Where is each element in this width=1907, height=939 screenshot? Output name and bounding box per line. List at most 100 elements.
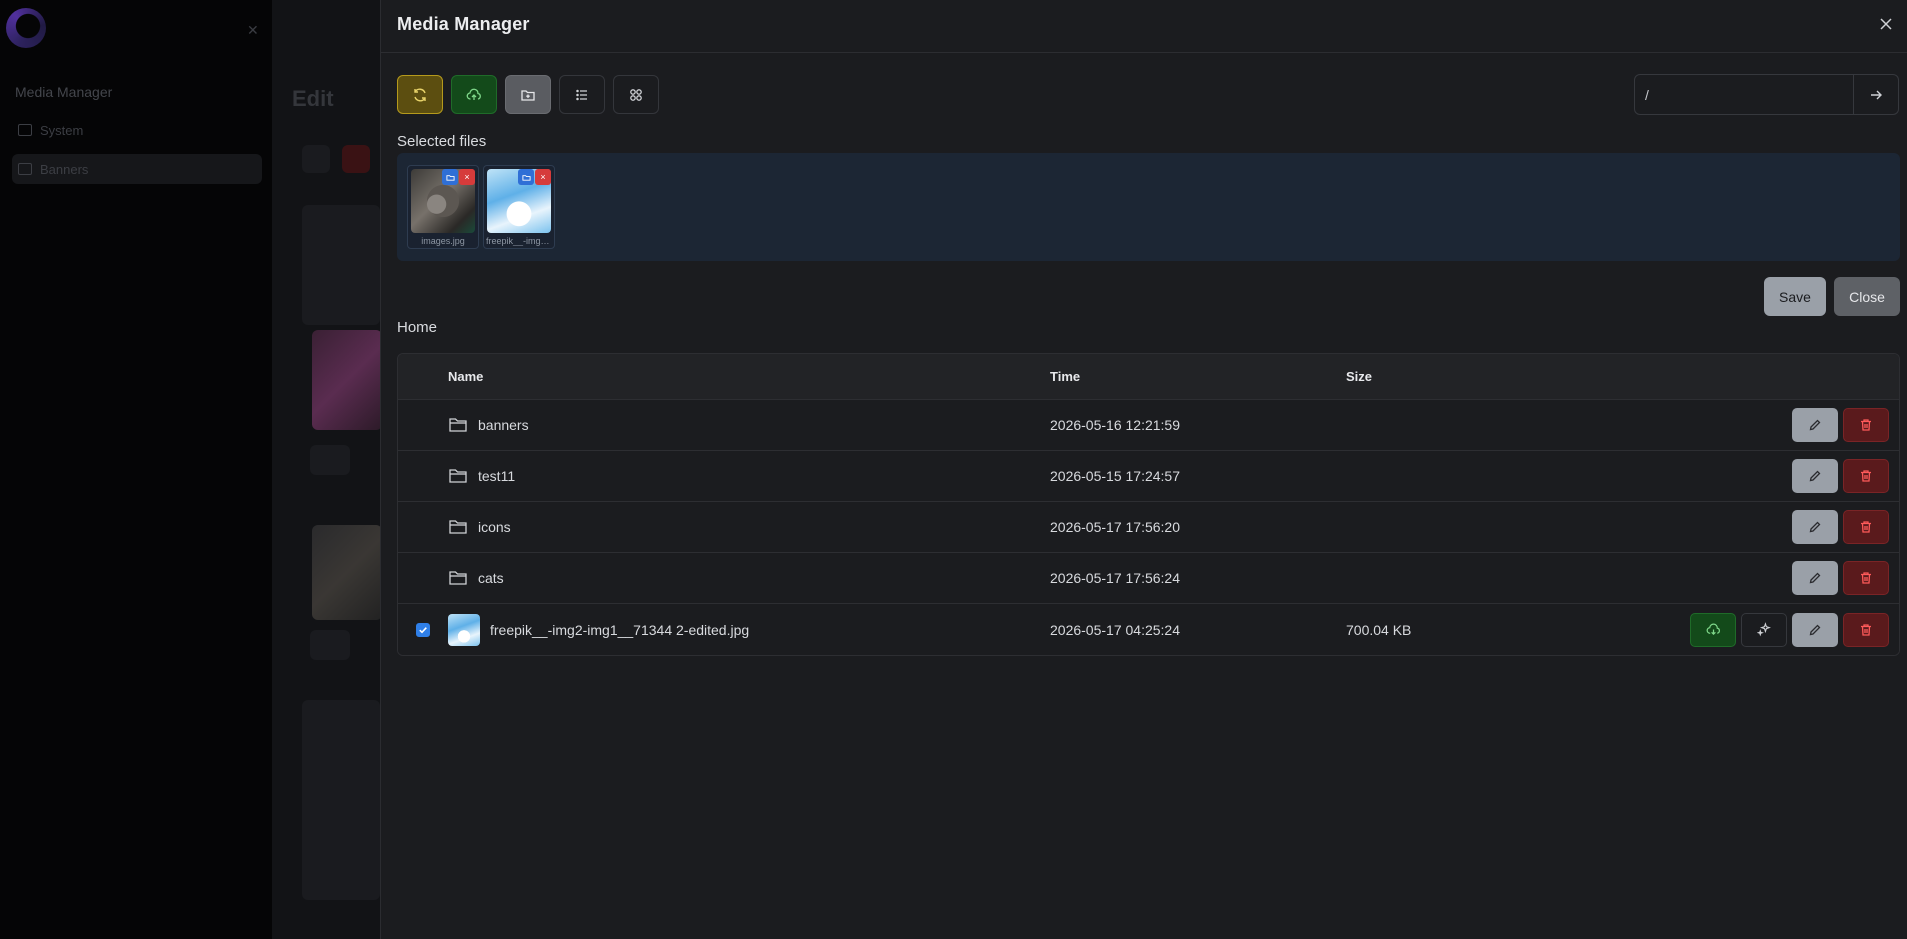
close-button[interactable]: Close bbox=[1834, 277, 1900, 316]
background-sidebar: ✕ Media Manager System Banners bbox=[0, 0, 272, 939]
grid-view-icon bbox=[630, 88, 642, 101]
open-folder-icon[interactable] bbox=[518, 169, 534, 185]
sidebar-item-label: System bbox=[40, 122, 84, 138]
banners-icon bbox=[18, 163, 32, 175]
rename-button[interactable] bbox=[1792, 408, 1838, 442]
modal-header: Media Manager bbox=[381, 0, 1907, 53]
rename-button[interactable] bbox=[1792, 561, 1838, 595]
remove-icon[interactable]: × bbox=[535, 169, 551, 185]
file-thumbnail bbox=[448, 613, 480, 646]
background-image bbox=[312, 330, 382, 430]
column-size: Size bbox=[1346, 369, 1373, 384]
rename-button[interactable] bbox=[1792, 459, 1838, 493]
download-button[interactable] bbox=[1690, 612, 1736, 647]
sidebar-section-label: Media Manager bbox=[15, 84, 113, 100]
selected-file-thumb: × images.jpg bbox=[407, 165, 479, 249]
path-input[interactable] bbox=[1634, 74, 1854, 115]
table-row[interactable]: icons 2026-05-17 17:56:20 bbox=[398, 502, 1899, 553]
save-button[interactable]: Save bbox=[1764, 277, 1826, 316]
selected-files-panel: × images.jpg × freepik__-img2-img1__7134… bbox=[397, 153, 1900, 261]
trash-icon bbox=[1861, 623, 1871, 636]
background-page-title: Edit bbox=[292, 86, 334, 111]
file-time: 2026-05-17 04:25:24 bbox=[1050, 621, 1180, 638]
system-icon bbox=[18, 124, 32, 136]
selected-file-caption: images.jpg bbox=[421, 236, 465, 246]
delete-button[interactable] bbox=[1843, 510, 1889, 544]
toolbar bbox=[397, 75, 659, 114]
background-block bbox=[310, 630, 350, 660]
remove-icon[interactable]: × bbox=[459, 169, 475, 185]
table-row[interactable]: banners 2026-05-16 12:21:59 bbox=[398, 400, 1899, 451]
delete-button[interactable] bbox=[1843, 612, 1889, 647]
modal-title: Media Manager bbox=[397, 14, 530, 34]
pencil-icon bbox=[1809, 624, 1821, 635]
upload-cloud-icon bbox=[466, 88, 481, 100]
file-name[interactable]: cats bbox=[478, 570, 504, 586]
list-view-button[interactable] bbox=[559, 75, 605, 114]
file-time: 2026-05-17 17:56:24 bbox=[1050, 570, 1180, 586]
close-icon[interactable] bbox=[1875, 13, 1897, 35]
file-name[interactable]: icons bbox=[478, 519, 511, 535]
media-manager-modal: Media Manager Selected files bbox=[380, 0, 1907, 939]
rename-button[interactable] bbox=[1792, 510, 1838, 544]
sidebar-item-label: Banners bbox=[40, 161, 89, 177]
table-header: Name Time Size bbox=[398, 354, 1899, 400]
background-block bbox=[342, 145, 370, 173]
grid-view-button[interactable] bbox=[613, 75, 659, 114]
trash-icon bbox=[1861, 572, 1871, 584]
new-folder-button[interactable] bbox=[505, 75, 551, 114]
refresh-icon bbox=[414, 88, 426, 101]
pencil-icon bbox=[1809, 572, 1821, 584]
folder-icon bbox=[449, 520, 467, 534]
folder-icon bbox=[449, 469, 467, 483]
file-name[interactable]: test11 bbox=[478, 468, 515, 484]
table-row[interactable]: freepik__-img2-img1__71344 2-edited.jpg … bbox=[398, 604, 1899, 655]
go-path-button[interactable] bbox=[1854, 74, 1899, 115]
app-logo bbox=[6, 8, 46, 48]
background-block bbox=[310, 445, 350, 475]
download-cloud-icon bbox=[1706, 623, 1720, 636]
collapse-icon: ✕ bbox=[247, 22, 259, 38]
check-icon bbox=[419, 626, 427, 633]
selected-file-caption: freepik__-img2-img1__71344 2-edited.jpg bbox=[486, 236, 554, 246]
trash-icon bbox=[1861, 419, 1871, 431]
open-folder-icon[interactable] bbox=[442, 169, 458, 185]
sparkles-icon bbox=[1756, 622, 1771, 637]
list-view-icon bbox=[576, 89, 587, 100]
background-breadcrumb bbox=[292, 30, 295, 44]
upload-button[interactable] bbox=[451, 75, 497, 114]
background-block bbox=[302, 205, 380, 325]
delete-button[interactable] bbox=[1843, 408, 1889, 442]
new-folder-icon bbox=[521, 89, 535, 101]
trash-icon bbox=[1861, 470, 1871, 482]
file-time: 2026-05-16 12:21:59 bbox=[1050, 417, 1180, 433]
file-name[interactable]: freepik__-img2-img1__71344 2-edited.jpg bbox=[490, 622, 749, 638]
sidebar-item-banners: Banners bbox=[12, 154, 262, 184]
file-time: 2026-05-15 17:24:57 bbox=[1050, 468, 1180, 484]
pencil-icon bbox=[1809, 521, 1821, 533]
column-time: Time bbox=[1050, 369, 1081, 384]
trash-icon bbox=[1861, 521, 1871, 533]
table-row[interactable]: test11 2026-05-15 17:24:57 bbox=[398, 451, 1899, 502]
file-size: 700.04 KB bbox=[1346, 621, 1412, 638]
table-row[interactable]: cats 2026-05-17 17:56:24 bbox=[398, 553, 1899, 604]
refresh-button[interactable] bbox=[397, 75, 443, 114]
file-name[interactable]: banners bbox=[478, 417, 529, 433]
breadcrumb: Home bbox=[397, 319, 438, 336]
pencil-icon bbox=[1809, 470, 1821, 482]
folder-icon bbox=[449, 571, 467, 585]
column-name: Name bbox=[448, 369, 484, 384]
delete-button[interactable] bbox=[1843, 561, 1889, 595]
selected-file-thumb: × freepik__-img2-img1__71344 2-edited.jp… bbox=[483, 165, 555, 249]
select-checkbox[interactable] bbox=[416, 622, 430, 637]
file-table: Name Time Size banners 2026-05-16 12:21:… bbox=[397, 353, 1900, 656]
ai-edit-button[interactable] bbox=[1741, 612, 1787, 647]
background-image bbox=[312, 525, 382, 620]
arrow-right-icon bbox=[1871, 90, 1882, 99]
delete-button[interactable] bbox=[1843, 459, 1889, 493]
background-block bbox=[302, 700, 380, 900]
folder-icon bbox=[449, 418, 467, 432]
rename-button[interactable] bbox=[1792, 612, 1838, 647]
background-block bbox=[302, 145, 330, 173]
path-navigator bbox=[1634, 74, 1899, 115]
